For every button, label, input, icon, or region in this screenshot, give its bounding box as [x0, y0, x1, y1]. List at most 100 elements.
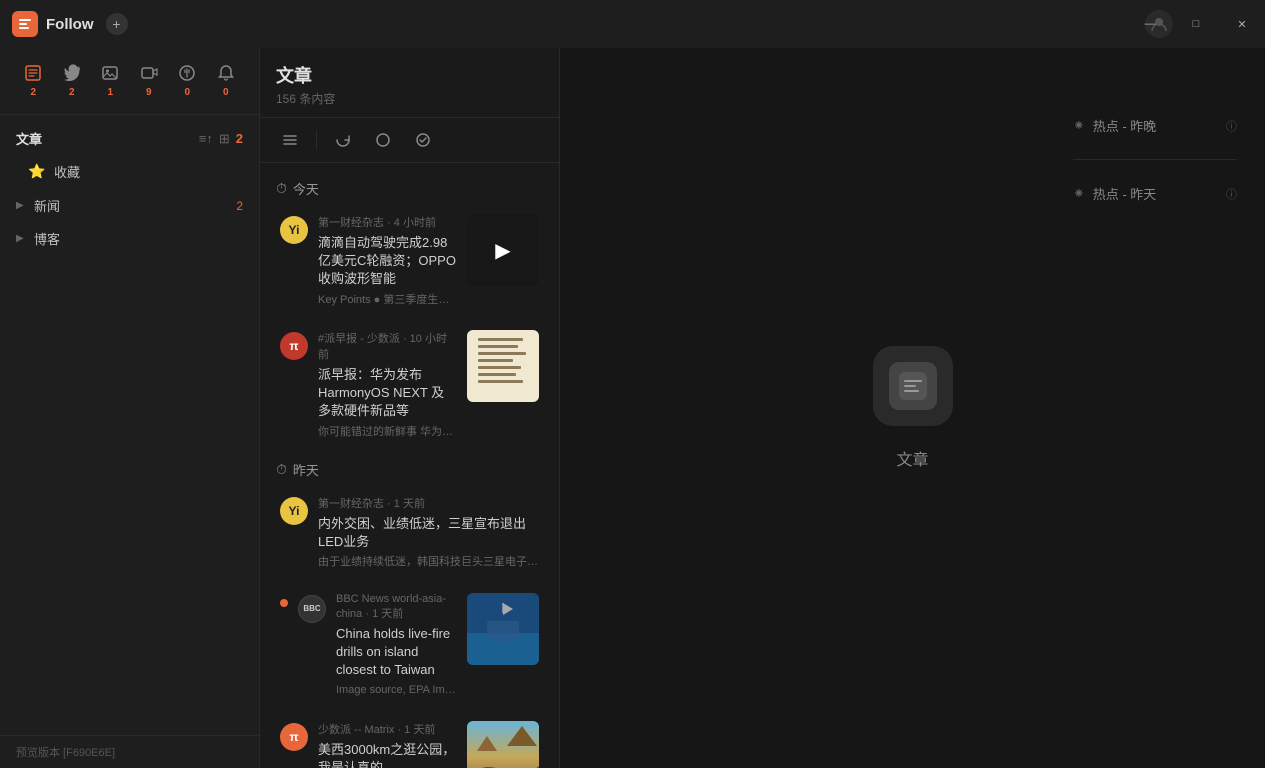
articles-section-title: 文章: [16, 129, 42, 148]
feed-item-3[interactable]: Yi 第一财经杂志 · 1 天前 内外交困、业绩低迷，三星宣布退出LED业务 由…: [264, 485, 555, 581]
hot-section: ⁕ 热点 - 昨晚 ⓘ ⁕ 热点 - 昨天 ⓘ: [1045, 48, 1265, 768]
toolbar-menu-button[interactable]: [276, 126, 304, 154]
feed-source-icon-2: π: [280, 332, 308, 360]
feed-title-4: China holds live-fire drills on island c…: [336, 625, 457, 680]
today-section-header: ⏱ 今天: [260, 171, 559, 202]
twitter-badge: 2: [69, 87, 75, 98]
nav-item-images[interactable]: 1: [93, 58, 128, 104]
feed-title-2: 派早报：华为发布 HarmonyOS NEXT 及多款硬件新品等: [318, 366, 457, 421]
sidebar-section-actions: ≡↑ ⊞ 2: [199, 131, 243, 147]
images-badge: 1: [107, 87, 113, 98]
toolbar-check-button[interactable]: [409, 126, 437, 154]
maximize-button[interactable]: □: [1173, 0, 1219, 48]
articles-badge: 2: [30, 87, 36, 98]
feed-title-1: 滴滴自动驾驶完成2.98亿美元C轮融资；OPPO收购波形智能: [318, 234, 457, 289]
nav-icons: 2 2 1: [0, 48, 259, 115]
minimize-button[interactable]: —: [1127, 0, 1173, 48]
sort-icon[interactable]: ≡↑: [199, 131, 213, 146]
feed-item-1[interactable]: Yi 第一财经杂志 · 4 小时前 滴滴自动驾驶完成2.98亿美元C轮融资；OP…: [264, 204, 555, 318]
sidebar-item-blog[interactable]: ▶ 博客: [0, 222, 259, 255]
feed-source-icon-4: BBC: [298, 595, 326, 623]
sidebar-content: 文章 ≡↑ ⊞ 2 ⭐ 收藏 ▶ 新闻 2 ▶: [0, 115, 259, 735]
articles-icon: [24, 64, 42, 87]
toolbar-circle-button[interactable]: [369, 126, 397, 154]
titlebar-left: Follow +: [12, 11, 128, 37]
nav-item-audio[interactable]: 0: [170, 58, 205, 104]
unread-dot-4: [280, 599, 288, 607]
app-logo-large: [873, 346, 953, 426]
feed-item-4[interactable]: BBC BBC News world-asia-china · 1 天前 Chi…: [264, 583, 555, 709]
hot-label-2: 热点 - 昨天: [1093, 184, 1218, 203]
feed-meta-5: 少数派 -- Matrix · 1 天前: [318, 721, 457, 737]
video-badge: 9: [146, 87, 152, 98]
yesterday-clock-icon: ⏱: [276, 461, 287, 478]
middle-panel: 文章 156 条内容: [260, 48, 560, 768]
panel-subtitle: 156 条内容: [276, 90, 543, 107]
news-label: 新闻: [34, 196, 230, 215]
feed-meta-4: BBC News world-asia-china · 1 天前: [336, 593, 457, 621]
audio-icon: [178, 64, 196, 87]
nav-item-articles[interactable]: 2: [16, 58, 51, 104]
app-logo-inner: [889, 362, 937, 410]
right-panel: 文章 ⁕ 热点 - 昨晚 ⓘ ⁕ 热点 - 昨天 ⓘ: [560, 48, 1265, 768]
titlebar: Follow + — □ ✕: [0, 0, 1265, 48]
feed-item-5[interactable]: π 少数派 -- Matrix · 1 天前 美西3000km之逛公园，我是认真…: [264, 711, 555, 768]
feed-body-1: 第一财经杂志 · 4 小时前 滴滴自动驾驶完成2.98亿美元C轮融资；OPPO收…: [318, 214, 457, 308]
toolbar-refresh-button[interactable]: [329, 126, 357, 154]
articles-section-header[interactable]: 文章 ≡↑ ⊞ 2: [0, 123, 259, 154]
audio-badge: 0: [184, 87, 190, 98]
feed-title-5: 美西3000km之逛公园，我是认真的: [318, 741, 457, 768]
sidebar-item-favorites[interactable]: ⭐ 收藏: [4, 155, 255, 188]
feed-thumb-5: [467, 721, 539, 768]
panel-title: 文章: [276, 62, 543, 88]
feed-body-4: BBC News world-asia-china · 1 天前 China h…: [336, 593, 457, 699]
hot-icon-1: ⁕: [1073, 117, 1085, 134]
feed-source-icon-5: π: [280, 723, 308, 751]
twitter-icon: [63, 64, 81, 87]
blog-chevron: ▶: [16, 233, 28, 244]
sidebar-item-news[interactable]: ▶ 新闻 2: [0, 189, 259, 222]
video-icon: [140, 64, 158, 87]
feed-source-icon-3: Yi: [280, 497, 308, 525]
feed-excerpt-2: 你可能错过的新鲜事 华为发布...: [318, 425, 457, 440]
hot-info-1: ⓘ: [1226, 118, 1237, 134]
hot-label-1: 热点 - 昨晚: [1093, 116, 1218, 135]
layout-icon[interactable]: ⊞: [219, 131, 230, 147]
main-layout: 2 2 1: [0, 48, 1265, 768]
sidebar: 2 2 1: [0, 48, 260, 768]
feed-thumb-1: ▶: [467, 214, 539, 286]
nav-item-video[interactable]: 9: [132, 58, 167, 104]
feed-excerpt-3: 由于业绩持续低迷，韩国科技巨头三星电子负责半导体业务的设备解决方案（DS）部门正…: [318, 555, 539, 570]
feed-item-2[interactable]: π #派早报 - 少数派 · 10 小时前 派早报：华为发布 HarmonyOS…: [264, 320, 555, 450]
today-clock-icon: ⏱: [276, 180, 287, 197]
panel-header: 文章 156 条内容: [260, 48, 559, 118]
feed-title-3: 内外交困、业绩低迷，三星宣布退出LED业务: [318, 515, 539, 551]
hot-item-yesterday-evening[interactable]: ⁕ 热点 - 昨晚 ⓘ: [1065, 108, 1245, 143]
window-controls: — □ ✕: [1127, 0, 1265, 48]
nav-item-notifications[interactable]: 0: [209, 58, 244, 104]
hot-item-yesterday[interactable]: ⁕ 热点 - 昨天 ⓘ: [1065, 176, 1245, 211]
hot-divider: [1073, 159, 1237, 160]
notification-badge: 0: [223, 87, 229, 98]
feed-meta-2: #派早报 - 少数派 · 10 小时前: [318, 330, 457, 362]
feed-body-5: 少数派 -- Matrix · 1 天前 美西3000km之逛公园，我是认真的 …: [318, 721, 457, 768]
feed-excerpt-1: Key Points ● 第三季度生成式A...: [318, 293, 457, 308]
nav-item-twitter[interactable]: 2: [55, 58, 90, 104]
favorites-icon: ⭐: [28, 163, 46, 180]
app-icon: [12, 11, 38, 37]
section-count: 2: [236, 131, 243, 146]
right-panel-title: 文章: [896, 446, 928, 470]
favorites-label: 收藏: [54, 162, 231, 181]
hot-info-2: ⓘ: [1226, 186, 1237, 202]
add-button[interactable]: +: [106, 13, 128, 35]
feed-list: ⏱ 今天 Yi 第一财经杂志 · 4 小时前 滴滴自动驾驶完成2.98亿美元C轮…: [260, 163, 559, 768]
close-button[interactable]: ✕: [1219, 0, 1265, 48]
news-count: 2: [236, 199, 243, 213]
yesterday-section-header: ⏱ 昨天: [260, 452, 559, 483]
news-chevron: ▶: [16, 200, 28, 211]
feed-meta-1: 第一财经杂志 · 4 小时前: [318, 214, 457, 230]
app-title: Follow: [46, 16, 94, 33]
feed-thumb-2: [467, 330, 539, 402]
panel-toolbar: [260, 118, 559, 163]
feed-thumb-4: [467, 593, 539, 665]
